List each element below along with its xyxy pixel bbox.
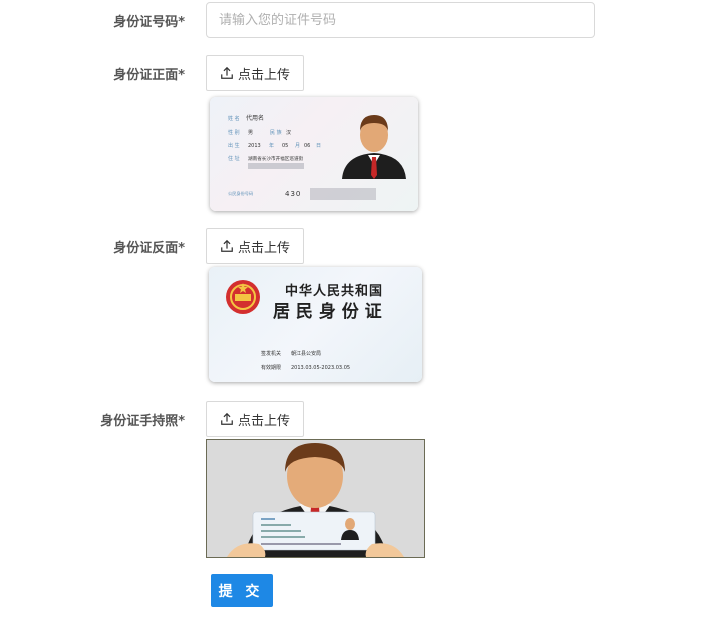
front-id-number: 430 <box>285 190 301 198</box>
front-sex-label: 性 别 <box>228 129 240 136</box>
front-ethnicity-label: 民 族 <box>270 129 282 136</box>
back-validity: 2013.03.05-2023.03.05 <box>291 365 350 371</box>
front-name-label: 姓 名 <box>228 115 240 122</box>
front-ethnicity: 汉 <box>286 129 291 136</box>
front-id-label: 公民身份号码 <box>228 190 253 197</box>
upload-icon <box>221 66 233 79</box>
id-back-upload-button[interactable]: 点击上传 <box>206 228 304 264</box>
front-birth-year-unit: 年 <box>269 142 274 149</box>
front-birth-year: 2013 <box>248 143 261 149</box>
national-emblem-icon <box>226 280 260 314</box>
id-back-card-image: 中华人民共和国 居 民 身 份 证 签发机关 朝江县公安局 有效期限 2013.… <box>226 280 383 371</box>
front-birth-month-unit: 月 <box>295 143 300 149</box>
upload-icon <box>221 412 233 425</box>
front-birth-month: 05 <box>282 143 288 149</box>
back-authority: 朝江县公安局 <box>291 350 321 357</box>
front-address-label: 住 址 <box>228 155 240 162</box>
back-country: 中华人民共和国 <box>285 283 383 299</box>
upload-label: 点击上传 <box>237 240 290 256</box>
id-front-label: 身份证正面* <box>113 68 185 83</box>
id-front-card-image: 姓 名 代用名 性 别 男 民 族 汉 出 生 2013 年 05 月 06 日… <box>228 114 406 200</box>
id-back-preview: 中华人民共和国 居 民 身 份 证 签发机关 朝江县公安局 有效期限 2013.… <box>209 267 422 382</box>
front-birth-day: 06 <box>304 143 310 149</box>
id-hold-preview <box>206 439 425 558</box>
upload-icon <box>221 239 233 252</box>
back-validity-label: 有效期限 <box>261 364 281 371</box>
id-hold-photo-image <box>207 440 424 557</box>
id-front-upload-button[interactable]: 点击上传 <box>206 55 304 91</box>
back-authority-label: 签发机关 <box>261 350 281 357</box>
front-sex: 男 <box>248 130 253 136</box>
front-address: 湖南省长沙市开福区巡道街 <box>248 155 304 162</box>
front-birth-label: 出 生 <box>228 142 240 149</box>
upload-label: 点击上传 <box>237 413 290 429</box>
id-number-label: 身份证号码* <box>113 15 185 30</box>
back-card-title: 居 民 身 份 证 <box>273 301 382 322</box>
id-hold-upload-button[interactable]: 点击上传 <box>206 401 304 437</box>
avatar-illustration <box>342 115 406 179</box>
id-front-preview: 姓 名 代用名 性 别 男 民 族 汉 出 生 2013 年 05 月 06 日… <box>210 97 418 211</box>
id-number-input[interactable] <box>206 2 595 38</box>
id-back-label: 身份证反面* <box>113 241 185 256</box>
upload-label: 点击上传 <box>237 67 290 83</box>
id-hold-label: 身份证手持照* <box>100 414 185 429</box>
front-birth-day-unit: 日 <box>316 143 321 149</box>
submit-button[interactable]: 提 交 <box>211 574 273 607</box>
front-name: 代用名 <box>246 114 264 122</box>
